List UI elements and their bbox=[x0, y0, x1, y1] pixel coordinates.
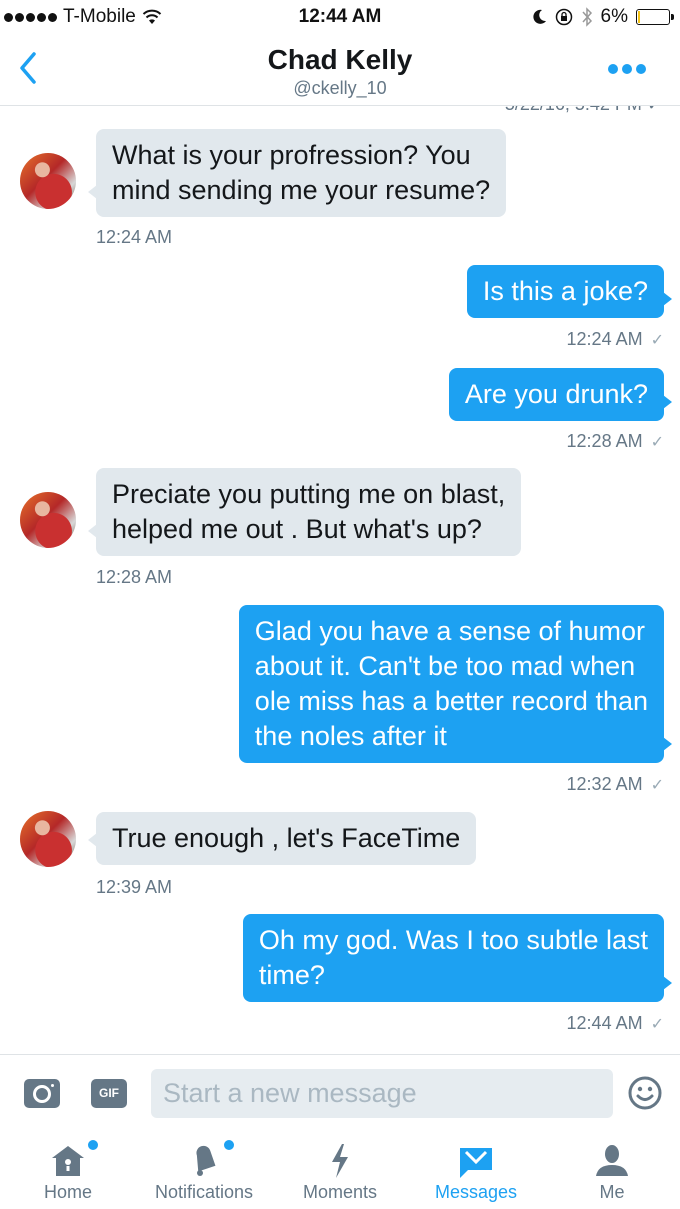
message-line: Oh my god. Was I too subtle last bbox=[258, 925, 648, 955]
battery-percent: 6% bbox=[600, 6, 628, 27]
incoming-message-bubble[interactable]: What is your profression? You mind sendin… bbox=[87, 129, 507, 217]
bell-icon bbox=[196, 1145, 216, 1176]
tab-bar: Home Notifications Moments Messages Me bbox=[0, 1130, 680, 1209]
emoji-icon[interactable] bbox=[628, 1076, 662, 1110]
outgoing-message-bubble[interactable]: Oh my god. Was I too subtle last time? bbox=[242, 914, 673, 1002]
envelope-icon bbox=[460, 1148, 492, 1178]
message-input[interactable] bbox=[151, 1069, 613, 1118]
status-bar: T-Mobile 12:44 AM 6% bbox=[0, 0, 680, 36]
avatar[interactable] bbox=[20, 153, 76, 209]
rotation-lock-icon bbox=[555, 8, 572, 26]
read-check-icon: ✓ bbox=[650, 776, 664, 794]
message-line: about it. Can't be too mad when bbox=[254, 651, 636, 681]
tab-home[interactable]: Home bbox=[0, 1130, 136, 1209]
tab-label: Home bbox=[43, 1182, 92, 1202]
gif-button[interactable]: GIF bbox=[91, 1079, 127, 1108]
lightning-icon bbox=[332, 1144, 348, 1178]
conversation-header: Chad Kelly @ckelly_10 bbox=[0, 36, 680, 106]
avatar[interactable] bbox=[20, 810, 76, 867]
person-icon bbox=[596, 1145, 628, 1176]
message-line: Glad you have a sense of humor bbox=[254, 616, 646, 646]
camera-icon[interactable] bbox=[24, 1079, 60, 1108]
message-line: ole miss has a better record than bbox=[254, 686, 648, 716]
tab-notifications[interactable]: Notifications bbox=[136, 1130, 272, 1209]
cut-off-timestamp: 5/22/16, 5:42 PM ✓ bbox=[505, 106, 662, 115]
tab-label: Notifications bbox=[154, 1182, 254, 1202]
timestamp-text: 12:24 AM bbox=[566, 329, 643, 349]
read-check-icon: ✓ bbox=[650, 1015, 664, 1033]
tab-label: Messages bbox=[434, 1182, 518, 1202]
message-line: mind sending me your resume? bbox=[112, 175, 491, 205]
message-line: Is this a joke? bbox=[482, 276, 648, 306]
message-line: Preciate you putting me on blast, bbox=[112, 479, 506, 509]
outgoing-message-bubble[interactable]: Are you drunk? bbox=[448, 368, 673, 421]
tab-label: Moments bbox=[302, 1182, 378, 1202]
message-thread[interactable]: 5/22/16, 5:42 PM ✓ What is your profress… bbox=[0, 106, 680, 1054]
incoming-message-bubble[interactable]: Preciate you putting me on blast, helped … bbox=[87, 468, 522, 556]
message-line: time? bbox=[258, 960, 325, 990]
home-badge bbox=[88, 1140, 98, 1150]
message-timestamp: 12:24 AM ✓ bbox=[567, 329, 664, 350]
home-icon bbox=[52, 1146, 84, 1176]
tab-messages[interactable]: Messages bbox=[408, 1130, 544, 1209]
timestamp-text: 12:44 AM bbox=[566, 1013, 643, 1033]
tab-moments[interactable]: Moments bbox=[272, 1130, 408, 1209]
timestamp-text: 12:28 AM bbox=[96, 567, 173, 587]
message-timestamp: 12:24 AM bbox=[96, 227, 172, 248]
outgoing-message-bubble[interactable]: Is this a joke? bbox=[466, 265, 673, 318]
contact-handle: @ckelly_10 bbox=[293, 78, 387, 98]
timestamp-text: 12:24 AM bbox=[96, 227, 173, 247]
bluetooth-icon bbox=[581, 7, 592, 27]
outgoing-message-bubble[interactable]: Glad you have a sense of humor about it. … bbox=[238, 605, 673, 763]
tab-me[interactable]: Me bbox=[544, 1130, 680, 1209]
message-timestamp: 12:28 AM ✓ bbox=[567, 431, 664, 452]
contact-name: Chad Kelly bbox=[267, 44, 413, 75]
message-line: Are you drunk? bbox=[464, 379, 648, 409]
message-timestamp: 12:39 AM bbox=[96, 877, 172, 898]
notifications-badge bbox=[224, 1140, 234, 1150]
battery-icon bbox=[636, 9, 674, 25]
avatar[interactable] bbox=[20, 492, 76, 548]
timestamp-text: 12:32 AM bbox=[566, 774, 643, 794]
message-timestamp: 12:32 AM ✓ bbox=[567, 774, 664, 795]
message-line: helped me out . But what's up? bbox=[112, 514, 482, 544]
moon-icon bbox=[532, 9, 546, 24]
message-line: True enough , let's FaceTime bbox=[112, 823, 461, 853]
incoming-message-bubble[interactable]: True enough , let's FaceTime bbox=[87, 812, 477, 865]
read-check-icon: ✓ bbox=[650, 433, 664, 451]
timestamp-text: 12:39 AM bbox=[96, 877, 173, 897]
tab-label: Me bbox=[599, 1182, 625, 1202]
more-dots-icon[interactable] bbox=[608, 64, 646, 74]
message-composer: GIF bbox=[0, 1054, 680, 1130]
message-line: What is your profression? You bbox=[112, 140, 471, 170]
message-timestamp: 12:44 AM ✓ bbox=[567, 1013, 664, 1034]
message-timestamp: 12:28 AM bbox=[96, 567, 172, 588]
timestamp-text: 12:28 AM bbox=[566, 431, 643, 451]
read-check-icon: ✓ bbox=[650, 331, 664, 349]
message-line: the noles after it bbox=[254, 721, 447, 751]
